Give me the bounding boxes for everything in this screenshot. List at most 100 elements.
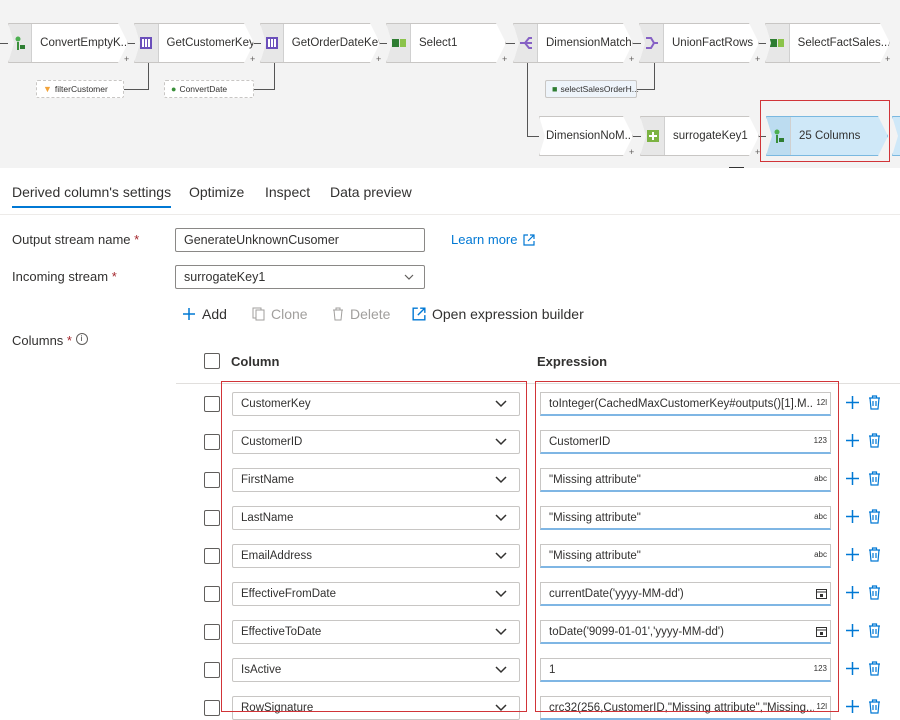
column-name: FirstName [241, 474, 295, 486]
row-checkbox[interactable] [204, 586, 220, 602]
add-node-icon[interactable]: + [885, 54, 890, 64]
add-row-icon[interactable] [845, 433, 860, 448]
settings-tabs: Derived column's settings Optimize Inspe… [0, 170, 900, 215]
node-dimension-match[interactable]: DimensionMatch [513, 23, 633, 63]
add-node-icon[interactable]: + [629, 147, 634, 157]
row-checkbox[interactable] [204, 624, 220, 640]
add-button[interactable]: Add [182, 306, 227, 322]
node-label: surrogateKey1 [673, 130, 748, 142]
add-row-icon[interactable] [845, 395, 860, 410]
expression-input[interactable]: "Missing attribute" abc [540, 544, 831, 568]
expression-input[interactable]: toInteger(CachedMaxCustomerKey#outputs()… [540, 392, 831, 416]
incoming-stream-select[interactable]: surrogateKey1 [175, 265, 425, 289]
column-name-select[interactable]: IsActive [232, 658, 520, 682]
expression-input[interactable]: crc32(256,CustomerID,"Missing attribute"… [540, 696, 831, 720]
node-convert-date[interactable]: ● ConvertDate [164, 80, 254, 98]
row-checkbox[interactable] [204, 548, 220, 564]
chip-label: filterCustomer [54, 84, 108, 94]
row-checkbox[interactable] [204, 472, 220, 488]
column-name-select[interactable]: EffectiveToDate [232, 620, 520, 644]
expression-input[interactable]: toDate('9099-01-01','yyyy-MM-dd') [540, 620, 831, 644]
add-node-icon[interactable]: + [629, 54, 634, 64]
tab-optimize[interactable]: Optimize [189, 184, 244, 200]
delete-row-icon[interactable] [868, 395, 881, 410]
column-name: IsActive [241, 664, 282, 676]
delete-row-icon[interactable] [868, 585, 881, 600]
column-name-select[interactable]: RowSignature [232, 696, 520, 720]
trash-icon [333, 307, 343, 321]
node-convert-empty-key[interactable]: ConvertEmptyK... [8, 23, 128, 63]
node-get-customer-key[interactable]: GetCustomerKey [134, 23, 254, 63]
add-row-icon[interactable] [845, 699, 860, 714]
row-actions [845, 433, 881, 448]
row-checkbox[interactable] [204, 510, 220, 526]
node-next-partial[interactable] [892, 116, 900, 156]
delete-row-icon[interactable] [868, 433, 881, 448]
chevron-down-icon [495, 514, 507, 522]
column-name-select[interactable]: FirstName [232, 468, 520, 492]
tab-inspect[interactable]: Inspect [265, 184, 310, 200]
expression-input[interactable]: currentDate('yyyy-MM-dd') [540, 582, 831, 606]
node-surrogate-key1[interactable]: surrogateKey1 [640, 116, 759, 156]
delete-row-icon[interactable] [868, 509, 881, 524]
incoming-stream-label: Incoming stream * [12, 269, 117, 284]
node-25-columns[interactable]: 25 Columns [766, 116, 888, 156]
add-node-icon[interactable]: + [755, 54, 760, 64]
row-checkbox[interactable] [204, 700, 220, 716]
add-row-icon[interactable] [845, 623, 860, 638]
column-name-select[interactable]: EffectiveFromDate [232, 582, 520, 606]
column-name-select[interactable]: EmailAddress [232, 544, 520, 568]
row-checkbox[interactable] [204, 662, 220, 678]
lookup-icon [261, 24, 284, 62]
add-row-icon[interactable] [845, 547, 860, 562]
chevron-down-icon [495, 552, 507, 560]
delete-row-icon[interactable] [868, 471, 881, 486]
node-select-fact-sales[interactable]: SelectFactSales... [765, 23, 890, 63]
add-node-icon[interactable]: + [376, 54, 381, 64]
node-filter-customer[interactable]: ▼ filterCustomer [36, 80, 124, 98]
lookup-icon [135, 24, 159, 62]
expression-input[interactable]: CustomerID 123 [540, 430, 831, 454]
column-name-select[interactable]: CustomerKey [232, 392, 520, 416]
open-expression-builder-button[interactable]: Open expression builder [412, 306, 584, 322]
add-node-icon[interactable]: + [250, 54, 255, 64]
dataflow-canvas[interactable]: ConvertEmptyK... GetCustomerKey GetOrder… [0, 0, 900, 168]
expression-input[interactable]: "Missing attribute" abc [540, 506, 831, 530]
row-checkbox[interactable] [204, 396, 220, 412]
output-stream-input[interactable]: GenerateUnknownCusomer [175, 228, 425, 252]
add-node-icon[interactable]: + [502, 54, 507, 64]
select-all-checkbox[interactable] [204, 353, 220, 369]
delete-row-icon[interactable] [868, 699, 881, 714]
splitter-handle[interactable] [729, 167, 744, 168]
column-name-select[interactable]: CustomerID [232, 430, 520, 454]
expression-input[interactable]: 1 123 [540, 658, 831, 682]
tab-derived-column-settings[interactable]: Derived column's settings [12, 184, 172, 208]
row-actions [845, 699, 881, 714]
tab-data-preview[interactable]: Data preview [330, 184, 412, 200]
clone-button[interactable]: Clone [252, 306, 308, 322]
add-row-icon[interactable] [845, 471, 860, 486]
node-select1[interactable]: Select1 [386, 23, 506, 63]
learn-more-link[interactable]: Learn more [451, 232, 536, 247]
row-actions [845, 547, 881, 562]
add-row-icon[interactable] [845, 661, 860, 676]
node-get-order-date-key[interactable]: GetOrderDateKey [260, 23, 380, 63]
add-row-icon[interactable] [845, 585, 860, 600]
chevron-down-icon [404, 274, 414, 280]
info-icon[interactable]: i [75, 333, 88, 345]
delete-row-icon[interactable] [868, 661, 881, 676]
expression-input[interactable]: "Missing attribute" abc [540, 468, 831, 492]
column-name-select[interactable]: LastName [232, 506, 520, 530]
type-badge: 123 [811, 436, 827, 445]
node-select-sales-order-header[interactable]: ■ selectSalesOrderH... [545, 80, 639, 98]
add-node-icon[interactable]: + [755, 147, 760, 157]
delete-row-icon[interactable] [868, 547, 881, 562]
delete-row-icon[interactable] [868, 623, 881, 638]
add-node-icon[interactable]: + [124, 54, 129, 64]
row-checkbox[interactable] [204, 434, 220, 450]
delete-button[interactable]: Delete [332, 306, 390, 322]
chip-label: selectSalesOrderH... [560, 84, 639, 94]
node-union-fact-rows[interactable]: UnionFactRows [639, 23, 759, 63]
add-row-icon[interactable] [845, 509, 860, 524]
node-dimension-no-match[interactable]: DimensionNoM... [539, 116, 633, 156]
